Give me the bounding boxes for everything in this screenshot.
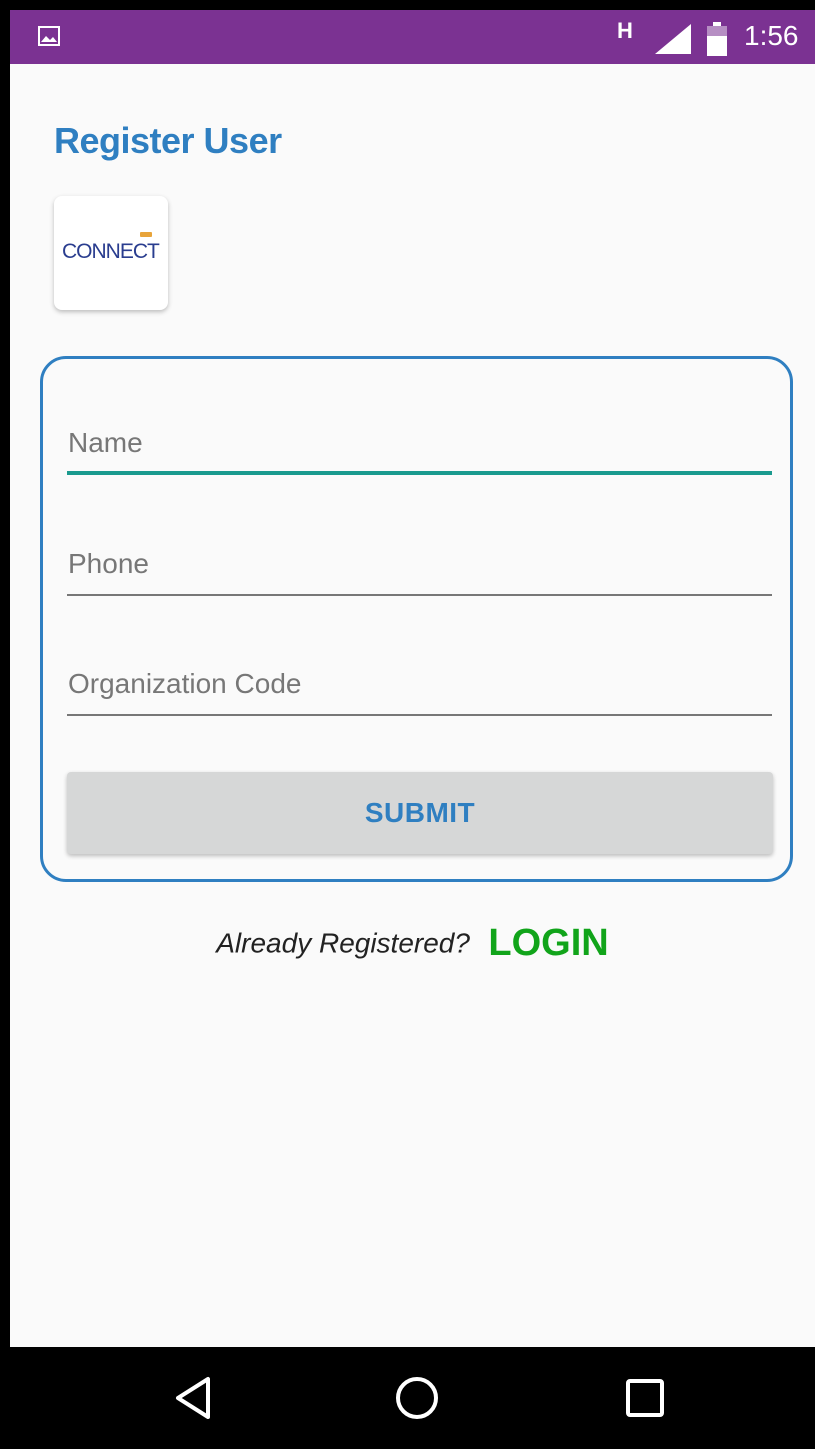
logo-text: CONNECT	[62, 240, 160, 263]
submit-button[interactable]: SUBMIT	[67, 772, 773, 854]
registration-form: SUBMIT	[40, 356, 793, 882]
home-icon[interactable]	[392, 1373, 442, 1423]
phone-input[interactable]	[67, 536, 772, 592]
signal-icon	[655, 24, 691, 54]
status-bar: H 1:56	[10, 10, 815, 64]
organization-code-field	[67, 656, 772, 716]
navigation-bar	[10, 1347, 815, 1449]
clock: 1:56	[744, 20, 799, 51]
app-screen: H 1:56 Register User CONNECT SUBMIT	[0, 0, 815, 1449]
organization-code-input[interactable]	[67, 656, 772, 712]
name-field	[67, 415, 772, 475]
back-icon[interactable]	[170, 1373, 220, 1423]
gallery-icon	[38, 26, 60, 46]
logo: CONNECT	[54, 196, 168, 310]
organization-code-underline	[67, 714, 772, 716]
logo-accent	[140, 232, 152, 237]
login-link[interactable]: LOGIN	[488, 922, 608, 964]
network-type: H	[617, 18, 633, 43]
name-underline	[67, 471, 772, 475]
already-registered-text: Already Registered?	[216, 927, 470, 959]
page-title: Register User	[54, 120, 282, 161]
phone-field	[67, 536, 772, 596]
phone-underline	[67, 594, 772, 596]
recents-icon[interactable]	[620, 1373, 670, 1423]
login-row: Already Registered? LOGIN	[10, 922, 815, 965]
name-input[interactable]	[67, 415, 772, 471]
battery-icon	[707, 22, 727, 56]
